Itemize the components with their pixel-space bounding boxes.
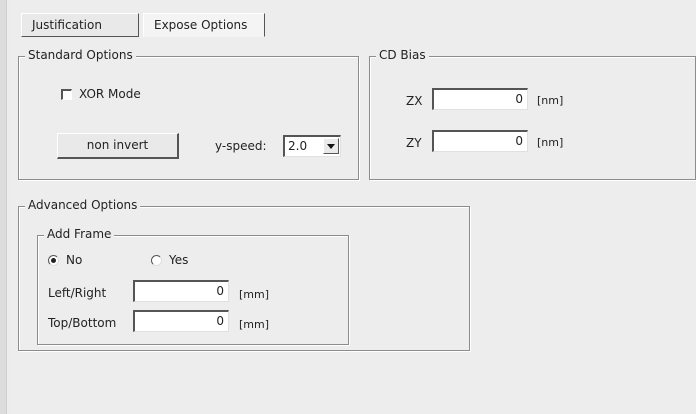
top-bottom-unit: [mm] <box>239 318 270 331</box>
xor-mode-checkbox[interactable] <box>61 89 72 100</box>
y-speed-label: y-speed: <box>215 139 267 153</box>
left-right-label: Left/Right <box>48 286 107 300</box>
top-bottom-input[interactable]: 0 <box>133 310 229 332</box>
tab-justification[interactable]: Justification <box>21 13 139 37</box>
add-frame-no-radio[interactable] <box>48 255 59 266</box>
tab-expose-options[interactable]: Expose Options <box>143 13 265 37</box>
zx-unit: [nm] <box>537 94 564 107</box>
add-frame-no-label: No <box>66 253 83 267</box>
cd-bias-title: CD Bias <box>376 48 429 62</box>
standard-options-group: Standard Options XOR Mode non invert y-s… <box>18 48 359 180</box>
add-frame-group: Add Frame No Yes Left/Right 0 [mm] Top/B… <box>37 227 349 345</box>
y-speed-value: 2.0 <box>288 139 308 153</box>
add-frame-yes-label: Yes <box>169 253 189 267</box>
advanced-options-group: Advanced Options Add Frame No Yes Left/R… <box>18 198 470 351</box>
left-right-unit: [mm] <box>239 288 270 301</box>
zx-input[interactable]: 0 <box>432 88 528 110</box>
zx-label: ZX <box>406 94 423 108</box>
left-right-input[interactable]: 0 <box>133 280 229 302</box>
zy-label: ZY <box>406 136 422 150</box>
chevron-down-icon[interactable] <box>323 138 339 154</box>
non-invert-button[interactable]: non invert <box>57 133 179 159</box>
top-bottom-label: Top/Bottom <box>48 316 117 330</box>
add-frame-title: Add Frame <box>44 227 115 241</box>
expose-options-panel: Justification Expose Options Standard Op… <box>11 0 696 414</box>
y-speed-select[interactable]: 2.0 <box>283 135 341 157</box>
cd-bias-group: CD Bias ZX 0 [nm] ZY 0 [nm] <box>369 48 696 180</box>
xor-mode-label: XOR Mode <box>79 87 141 101</box>
zy-input[interactable]: 0 <box>432 130 528 152</box>
standard-options-title: Standard Options <box>25 48 136 62</box>
window-left-edge <box>0 0 7 414</box>
add-frame-yes-radio[interactable] <box>151 255 162 266</box>
advanced-options-title: Advanced Options <box>25 198 141 212</box>
zy-unit: [nm] <box>537 136 564 149</box>
